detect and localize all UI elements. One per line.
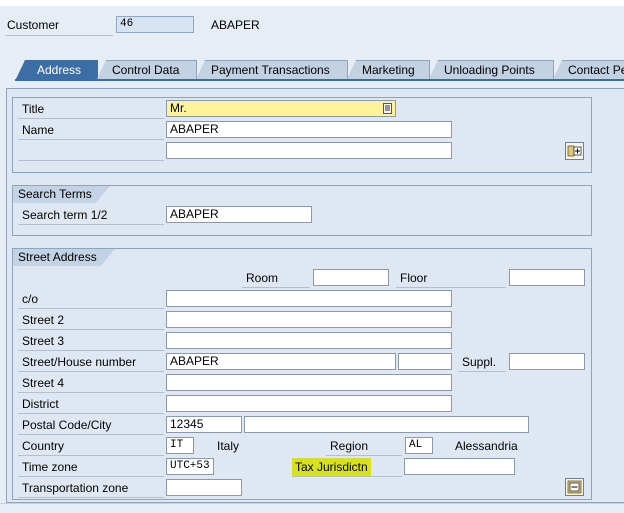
- bottom-strip: [0, 503, 624, 513]
- customer-label-underline: [5, 35, 113, 36]
- co-label-underline: [18, 308, 164, 309]
- suppl-field[interactable]: [509, 353, 585, 370]
- street3-label: Street 3: [22, 334, 65, 348]
- street4-field[interactable]: [166, 374, 452, 391]
- district-label-underline: [18, 413, 164, 414]
- tab-marketing[interactable]: Marketing: [347, 60, 430, 79]
- transportation-zone-underline: [18, 497, 164, 498]
- region-label: Region: [330, 439, 369, 453]
- house-number-field[interactable]: [398, 353, 452, 370]
- co-label: c/o: [22, 292, 39, 306]
- street-house-underline: [18, 371, 164, 372]
- tab-address[interactable]: Address: [16, 60, 98, 79]
- street-house-label: Street/House number: [22, 355, 137, 369]
- transportation-zone-field[interactable]: [166, 479, 242, 496]
- city-field[interactable]: [244, 416, 529, 433]
- street2-field[interactable]: [166, 311, 452, 328]
- name-label-underline: [18, 139, 164, 140]
- expand-name-button[interactable]: [565, 142, 584, 160]
- country-label-underline: [18, 455, 164, 456]
- tab-payment-transactions[interactable]: Payment Transactions: [196, 60, 348, 79]
- collapse-address-button[interactable]: [565, 478, 584, 496]
- customer-number-field[interactable]: 46: [116, 16, 194, 33]
- street-field[interactable]: ABAPER: [166, 353, 396, 370]
- search-term-label: Search term 1/2: [22, 208, 108, 222]
- suppl-label-underline: [458, 371, 506, 372]
- name2-label-underline: [18, 160, 164, 161]
- room-field[interactable]: [313, 269, 389, 286]
- customer-name-text: ABAPER: [211, 18, 260, 32]
- street2-label: Street 2: [22, 313, 65, 327]
- title-value: Mr.: [170, 101, 187, 115]
- room-label-underline: [242, 287, 310, 288]
- street4-label-underline: [18, 392, 164, 393]
- postal-code-label: Postal Code/City: [22, 418, 112, 432]
- street4-label: Street 4: [22, 376, 65, 390]
- title-label: Title: [22, 102, 45, 116]
- tax-jurisdiction-underline: [292, 476, 402, 477]
- tab-control-data[interactable]: Control Data: [97, 60, 197, 79]
- district-label: District: [22, 397, 59, 411]
- search-term-field[interactable]: ABAPER: [166, 206, 312, 223]
- dropdown-list-icon[interactable]: [383, 103, 392, 114]
- street3-label-underline: [18, 350, 164, 351]
- region-name-text: Alessandria: [455, 439, 518, 453]
- suppl-label: Suppl.: [462, 355, 497, 369]
- collapse-fields-icon: [567, 480, 582, 494]
- tab-unloading-points[interactable]: Unloading Points: [429, 60, 554, 79]
- street3-field[interactable]: [166, 332, 452, 349]
- title-label-underline: [18, 118, 164, 119]
- floor-field[interactable]: [509, 269, 585, 286]
- top-strip: [0, 0, 624, 6]
- region-label-underline: [326, 455, 402, 456]
- transportation-zone-label: Transportation zone: [22, 481, 129, 495]
- time-zone-underline: [18, 476, 164, 477]
- room-label: Room: [246, 271, 279, 285]
- co-field[interactable]: [166, 290, 452, 307]
- region-field[interactable]: AL: [405, 437, 433, 454]
- postal-code-field[interactable]: 12345: [166, 416, 242, 433]
- tab-contact-persons[interactable]: Contact Pe: [553, 60, 624, 79]
- country-name-text: Italy: [217, 439, 240, 453]
- time-zone-field[interactable]: UTC+53: [166, 458, 214, 475]
- name-label: Name: [22, 123, 55, 137]
- street-address-header: Street Address: [13, 249, 115, 266]
- floor-label-underline: [396, 287, 506, 288]
- country-field[interactable]: IT: [166, 437, 194, 454]
- expand-fields-icon: [567, 145, 582, 157]
- name-field[interactable]: ABAPER: [166, 121, 452, 138]
- tax-jurisdiction-label: Tax Jurisdictn: [292, 458, 371, 476]
- tax-jurisdiction-field[interactable]: [404, 458, 515, 475]
- search-term-underline: [18, 224, 164, 225]
- title-dropdown[interactable]: Mr.: [166, 100, 396, 117]
- search-terms-header: Search Terms: [13, 186, 110, 203]
- postal-code-underline: [18, 434, 164, 435]
- floor-label: Floor: [400, 271, 428, 285]
- country-label: Country: [22, 439, 65, 453]
- customer-label: Customer: [7, 18, 60, 32]
- street2-label-underline: [18, 329, 164, 330]
- district-field[interactable]: [166, 395, 452, 412]
- name2-field[interactable]: [166, 142, 452, 159]
- tab-strip-baseline: [15, 79, 624, 81]
- time-zone-label: Time zone: [22, 460, 78, 474]
